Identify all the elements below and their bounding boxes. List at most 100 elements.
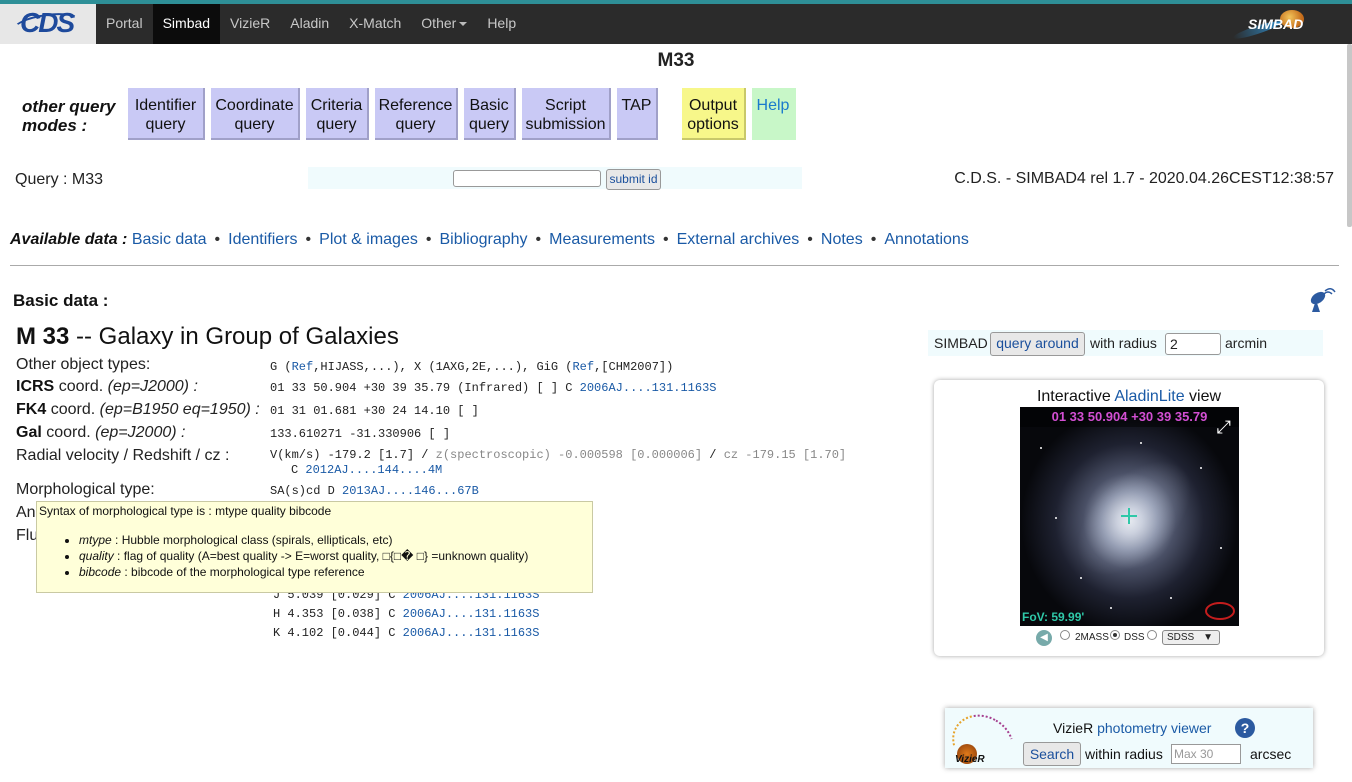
aladin-title-suffix: view: [1189, 388, 1222, 405]
icrs-label-bold: ICRS: [16, 378, 55, 395]
antenna-icon[interactable]: [1306, 286, 1336, 314]
output-options-button[interactable]: Output options: [682, 88, 746, 140]
ref-link[interactable]: Ref: [572, 360, 594, 374]
button-line1: Output: [688, 97, 738, 114]
epoch: (ep=J2000) :: [95, 424, 186, 441]
fk4-value: 01 31 01.681 +30 24 14.10 [ ]: [270, 404, 479, 418]
nav-item-xmatch[interactable]: X-Match: [339, 4, 411, 44]
photometry-viewer-link[interactable]: photometry viewer: [1097, 720, 1211, 736]
link-external-archives[interactable]: External archives: [677, 231, 800, 248]
back-arrow-icon[interactable]: ◀: [1036, 630, 1052, 646]
star: [1055, 517, 1057, 519]
morph-type-value: SA(s)cd D 2013AJ....146...67B: [270, 484, 479, 498]
vizier-logo[interactable]: VizieR: [941, 703, 1025, 782]
object-title: M 33 -- Galaxy in Group of Galaxies: [16, 323, 399, 351]
nav-item-other[interactable]: Other: [411, 4, 477, 44]
coordinate-query-button[interactable]: Coordinate query: [211, 88, 300, 140]
fullscreen-icon[interactable]: ⤢: [1217, 417, 1231, 438]
query-modes-label: other query modes :: [22, 97, 116, 135]
link-basic-data[interactable]: Basic data: [132, 231, 207, 248]
query-around-unit: arcmin: [1225, 335, 1268, 351]
icrs-bibcode-link[interactable]: 2006AJ....131.1163S: [580, 381, 717, 395]
vizier-logo-text: VizieR: [955, 754, 985, 765]
nav-item-help[interactable]: Help: [477, 4, 526, 44]
aladin-title-prefix: Interactive: [1036, 388, 1111, 405]
slash: /: [709, 448, 717, 462]
survey-select[interactable]: SDSS ▼: [1162, 630, 1220, 645]
simbad-logo[interactable]: SIMBAD: [1231, 10, 1308, 42]
nav-item-portal[interactable]: Portal: [96, 4, 153, 44]
version-info: C.D.S. - SIMBAD4 rel 1.7 - 2020.04.26CES…: [954, 170, 1334, 187]
survey-radio-other[interactable]: [1147, 630, 1157, 640]
fk4-label: FK4 coord. (ep=B1950 eq=1950) :: [16, 401, 260, 419]
submit-id-button[interactable]: submit id: [606, 169, 661, 190]
survey-radio-dss[interactable]: [1110, 630, 1120, 640]
bullet-separator: •: [305, 231, 312, 248]
flux-row: H 4.353 [0.038] C 2006AJ....131.1163S: [273, 607, 539, 621]
aladinlite-link[interactable]: AladinLite: [1114, 388, 1184, 405]
identifier-input[interactable]: [453, 170, 601, 187]
link-notes[interactable]: Notes: [821, 231, 863, 248]
type-detail: X (1AXG,2E,...),: [414, 360, 530, 374]
nav-item-vizier[interactable]: VizieR: [220, 4, 280, 44]
fov-readout: FoV: 59.99': [1022, 610, 1085, 624]
object-type: -- Galaxy in Group of Galaxies: [76, 323, 399, 350]
query-label: Query : M33: [15, 171, 104, 188]
survey-radio-2mass[interactable]: [1060, 630, 1070, 640]
button-line2: options: [687, 116, 739, 133]
link-measurements[interactable]: Measurements: [549, 231, 655, 248]
criteria-query-button[interactable]: Criteria query: [306, 88, 369, 140]
button-line2: query: [234, 116, 275, 133]
link-bibliography[interactable]: Bibliography: [439, 231, 527, 248]
available-data-label: Available data :: [10, 231, 128, 248]
cds-logo[interactable]: CDS: [0, 4, 96, 44]
script-submission-button[interactable]: Script submission: [522, 88, 611, 140]
morph-bibcode-link[interactable]: 2013AJ....146...67B: [342, 484, 479, 498]
nav-item-aladin[interactable]: Aladin: [280, 4, 339, 44]
button-line2: query: [468, 116, 510, 133]
tooltip-list: mtype : Hubble morphological class (spir…: [37, 532, 528, 580]
target-crosshair-icon: [1121, 508, 1137, 524]
page-scrollbar[interactable]: [1347, 44, 1352, 227]
tap-button[interactable]: TAP: [617, 88, 658, 140]
other-types-label: Other object types:: [16, 356, 151, 373]
help-icon[interactable]: ?: [1235, 718, 1255, 738]
top-navbar: CDS Portal Simbad VizieR Aladin X-Match …: [0, 0, 1352, 44]
link-identifiers[interactable]: Identifiers: [228, 231, 297, 248]
ref-link[interactable]: Ref: [292, 360, 314, 374]
morph-type-label[interactable]: Morphological type:: [16, 481, 155, 499]
cds-logo-text: CDS: [20, 7, 75, 38]
link-plot-images[interactable]: Plot & images: [319, 231, 418, 248]
aladin-logo-icon[interactable]: [1205, 602, 1235, 620]
simbad-logo-text: SIMBAD: [1248, 16, 1304, 32]
tooltip-term: mtype: [79, 533, 112, 547]
query-around-button[interactable]: query around: [990, 332, 1085, 356]
page-title: M33: [657, 50, 695, 71]
nav-item-simbad[interactable]: Simbad: [152, 4, 221, 44]
help-button[interactable]: Help: [752, 88, 796, 140]
bullet-separator: •: [535, 231, 542, 248]
flux-bibcode-link[interactable]: 2006AJ....131.1163S: [403, 626, 540, 640]
morph-value: SA(s)cd D: [270, 484, 335, 498]
type-code: GiG: [536, 360, 559, 374]
vizier-radius-input[interactable]: Max 30: [1171, 744, 1241, 764]
radial-velocity-value: V(km/s) -179.2 [1.7] / z(spectroscopic) …: [270, 448, 846, 462]
link-annotations[interactable]: Annotations: [884, 231, 969, 248]
survey-select-value: SDSS: [1167, 632, 1195, 643]
tooltip-term: quality: [79, 549, 114, 563]
basic-query-button[interactable]: Basic query: [464, 88, 516, 140]
vizier-search-button[interactable]: Search: [1023, 742, 1081, 766]
query-modes-label-line1: other query: [22, 97, 116, 116]
button-line1: Criteria: [310, 97, 363, 114]
reference-query-button[interactable]: Reference query: [375, 88, 458, 140]
flux-bibcode-link[interactable]: 2006AJ....131.1163S: [403, 607, 540, 621]
button-line1: Coordinate: [215, 97, 294, 114]
bullet-separator: •: [870, 231, 877, 248]
radial-bibcode-link[interactable]: 2012AJ....144....4M: [305, 463, 442, 477]
coordinate-readout: 01 33 50.904 +30 39 35.79: [1020, 407, 1239, 427]
radius-input[interactable]: 2: [1165, 333, 1221, 355]
button-line2: query: [145, 116, 186, 133]
identifier-query-button[interactable]: Identifier query: [128, 88, 205, 140]
aladin-panel: Interactive AladinLite view 01 33 50.904…: [934, 380, 1324, 656]
aladin-sky-view[interactable]: 01 33 50.904 +30 39 35.79 ⤢ FoV: 59.99': [1020, 407, 1239, 626]
